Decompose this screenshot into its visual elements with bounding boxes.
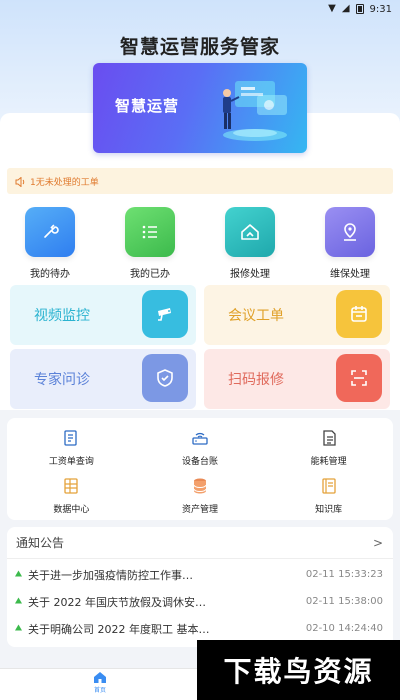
function-label: 设备台账 (181, 457, 218, 467)
status-time: 9:31 (369, 3, 392, 15)
database-icon (193, 478, 207, 494)
feature-tiles: 视频监控 会议工单 专家问诊 扫码报修 (10, 285, 390, 409)
quick-actions: 我的待办 我的已办 报修处理 维保处理 (0, 207, 400, 280)
list-icon (142, 225, 157, 239)
tab-home-label: 首页 (93, 687, 106, 694)
notice-bar[interactable]: 1无未处理的工单 (7, 168, 393, 194)
router-icon (192, 432, 208, 445)
tile-label: 视频监控 (34, 308, 90, 324)
list-item[interactable]: 关于明确公司 2022 年度职工 基本… 02-10 14:24:40 (7, 615, 393, 642)
announcement-time: 02-11 15:38:00 (305, 596, 383, 607)
house-icon (241, 224, 259, 240)
tile-label: 会议工单 (228, 308, 284, 324)
shield-icon (157, 369, 173, 387)
quick-action-label: 维保处理 (330, 269, 370, 280)
quick-action-todo[interactable]: 我的待办 (0, 207, 100, 280)
list-item[interactable]: 关于进一步加强疫情防控工作事… 02-11 15:33:23 (7, 561, 393, 588)
tile-meeting-orders[interactable]: 会议工单 (204, 285, 390, 345)
location-icon (344, 223, 356, 241)
function-knowledge-base[interactable]: 知识库 (264, 472, 393, 520)
announcement-title: 关于 2022 年国庆节放假及调休安… (28, 595, 206, 609)
tile-video-monitoring[interactable]: 视频监控 (10, 285, 196, 345)
function-label: 工资单查询 (48, 457, 94, 467)
quick-action-label: 我的待办 (30, 269, 70, 280)
announcements-card: 通知公告 > 关于进一步加强疫情防控工作事… 02-11 15:33:23 关于… (7, 527, 393, 647)
operator-illustration-icon (223, 81, 287, 141)
more-arrow-icon[interactable]: > (373, 536, 383, 550)
quick-action-maintenance[interactable]: 维保处理 (300, 207, 400, 280)
function-device-ledger[interactable]: 设备台账 (136, 424, 265, 472)
announcements-list: 关于进一步加强疫情防控工作事… 02-11 15:33:23 关于 2022 年… (7, 559, 393, 642)
payslip-icon (64, 430, 77, 446)
app-title: 智慧运营服务管家 (119, 36, 280, 58)
announcements-header: 通知公告 > (7, 527, 393, 559)
home-icon (94, 672, 106, 683)
bullet-icon (14, 597, 28, 606)
announcement-title: 关于进一步加强疫情防控工作事… (28, 568, 193, 582)
document-icon (323, 430, 336, 446)
watermark: 下载鸟资源 (197, 640, 400, 700)
announcement-time: 02-11 15:33:23 (305, 569, 383, 580)
wifi-icon: ◢ (341, 3, 350, 14)
quick-action-label: 报修处理 (230, 269, 270, 280)
quick-action-done[interactable]: 我的已办 (100, 207, 200, 280)
function-asset[interactable]: 资产管理 (136, 472, 265, 520)
announcement-title: 关于明确公司 2022 年度职工 基本… (28, 622, 210, 636)
scan-icon (351, 370, 367, 386)
function-label: 数据中心 (53, 505, 90, 515)
banner[interactable]: 智慧运营 (93, 63, 307, 153)
function-label: 知识库 (315, 505, 343, 515)
camera-icon (158, 308, 171, 321)
function-label: 能耗管理 (310, 457, 347, 467)
tile-scan-repair[interactable]: 扫码报修 (204, 349, 390, 409)
function-data-center[interactable]: 数据中心 (7, 472, 136, 520)
function-payslip[interactable]: 工资单查询 (7, 424, 136, 472)
wrench-icon (44, 224, 59, 238)
announcements-title: 通知公告 (16, 536, 65, 550)
function-label: 资产管理 (181, 505, 218, 515)
tile-label: 扫码报修 (228, 372, 284, 388)
notice-text: 1无未处理的工单 (30, 177, 99, 188)
calendar-icon (351, 306, 367, 322)
signal-icon: ▼ (328, 3, 336, 14)
battery-icon (355, 4, 364, 14)
data-table-icon (64, 478, 78, 494)
quick-action-label: 我的已办 (130, 269, 170, 280)
quick-action-repair[interactable]: 报修处理 (200, 207, 300, 280)
announcement-time: 02-10 14:24:40 (305, 623, 383, 634)
bullet-icon (14, 624, 28, 633)
function-energy[interactable]: 能耗管理 (264, 424, 393, 472)
watermark-text: 下载鸟资源 (223, 655, 374, 688)
banner-title: 智慧运营 (115, 97, 180, 115)
speaker-icon (15, 172, 26, 191)
tile-label: 专家问诊 (34, 372, 90, 388)
bullet-icon (14, 570, 28, 579)
tile-expert-consult[interactable]: 专家问诊 (10, 349, 196, 409)
book-icon (322, 478, 336, 494)
tab-home[interactable]: 首页 (80, 671, 120, 694)
status-bar: ▼ ◢ 9:31 (0, 0, 400, 18)
function-panel: 工资单查询 设备台账 能耗管理 数据中心 资产管理 知识库 (7, 418, 393, 520)
list-item[interactable]: 关于 2022 年国庆节放假及调休安… 02-11 15:38:00 (7, 588, 393, 615)
